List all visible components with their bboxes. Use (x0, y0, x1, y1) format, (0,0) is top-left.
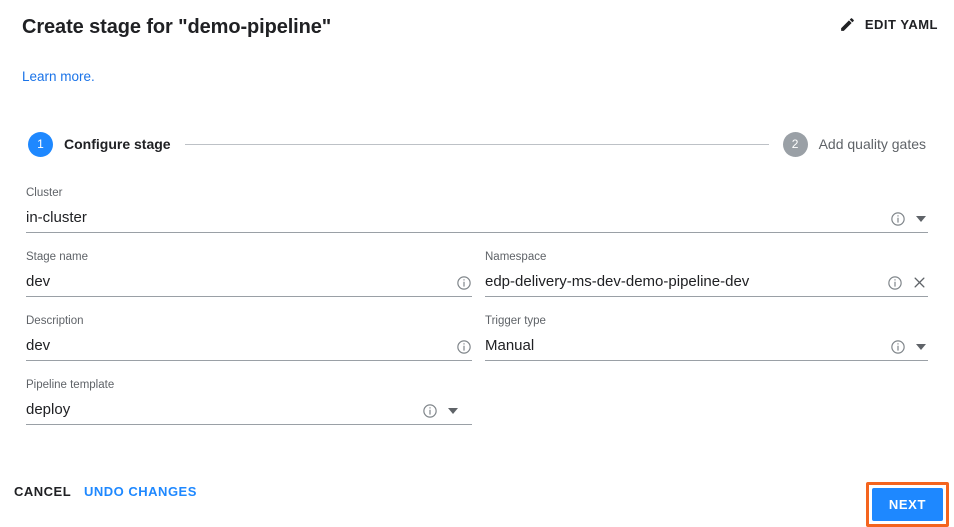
cluster-field-icons (889, 210, 928, 232)
info-icon[interactable] (889, 210, 906, 227)
learn-more-link[interactable]: Learn more. (22, 69, 95, 84)
chevron-down-icon[interactable] (916, 215, 926, 222)
stage-name-input[interactable]: dev (26, 267, 472, 297)
field-pipeline-template: Pipeline template deploy (26, 378, 472, 425)
namespace-input[interactable]: edp-delivery-ms-dev-demo-pipeline-dev (485, 267, 928, 297)
field-label-stage-name: Stage name (26, 251, 89, 263)
configure-stage-form: Cluster in-cluster Stage name dev Namesp… (0, 186, 954, 442)
field-namespace: Namespace edp-delivery-ms-dev-demo-pipel… (485, 250, 928, 297)
field-stage-name: Stage name dev (26, 250, 472, 297)
stepper-connector (184, 143, 769, 145)
field-cluster: Cluster in-cluster (26, 186, 928, 233)
field-label-trigger-type: Trigger type (485, 315, 546, 327)
description-input[interactable]: dev (26, 331, 472, 361)
stepper: 1 Configure stage 2 Add quality gates (28, 131, 926, 157)
pencil-icon (839, 16, 856, 33)
step-number-badge-1: 1 (28, 131, 53, 157)
info-icon[interactable] (455, 274, 472, 291)
step-number-badge-2: 2 (782, 131, 808, 157)
chevron-down-icon[interactable] (916, 343, 926, 350)
step-label-configure-stage: Configure stage (64, 136, 171, 152)
cancel-button[interactable]: CANCEL (12, 480, 73, 503)
step-label-add-quality-gates: Add quality gates (818, 136, 926, 152)
namespace-value: edp-delivery-ms-dev-demo-pipeline-dev (485, 273, 750, 290)
field-label-cluster: Cluster (26, 187, 63, 199)
stage-name-value: dev (26, 273, 51, 290)
stepper-step-configure-stage[interactable]: 1 Configure stage (28, 131, 171, 157)
undo-changes-button[interactable]: UNDO CHANGES (82, 480, 199, 503)
stepper-step-add-quality-gates[interactable]: 2 Add quality gates (782, 131, 926, 157)
trigger-type-field-icons (889, 338, 928, 360)
description-value: dev (26, 337, 51, 354)
form-row-stage-name-namespace: Stage name dev Namespace edp-delivery-ms… (0, 250, 954, 314)
field-label-namespace: Namespace (485, 251, 547, 263)
pipeline-template-value: deploy (26, 401, 71, 418)
page-title: Create stage for "demo-pipeline" (22, 16, 332, 38)
field-description: Description dev (26, 314, 472, 361)
namespace-field-icons (886, 274, 928, 296)
chevron-down-icon[interactable] (448, 407, 458, 414)
info-icon[interactable] (455, 338, 472, 355)
edit-yaml-button[interactable]: EDIT YAML (839, 16, 938, 33)
dialog-footer: CANCEL UNDO CHANGES (0, 466, 954, 522)
trigger-type-value: Manual (485, 337, 535, 354)
stage-name-field-icons (455, 274, 472, 296)
field-label-description: Description (26, 315, 84, 327)
next-button[interactable]: NEXT (871, 488, 943, 521)
edit-yaml-label: EDIT YAML (864, 17, 938, 32)
info-icon[interactable] (889, 338, 906, 355)
cluster-value: in-cluster (26, 209, 87, 226)
field-trigger-type: Trigger type Manual (485, 314, 928, 361)
dialog-header: Create stage for "demo-pipeline" EDIT YA… (0, 0, 954, 56)
next-button-focus-ring: NEXT (865, 482, 949, 527)
info-icon[interactable] (421, 402, 438, 419)
trigger-type-select[interactable]: Manual (485, 331, 928, 361)
form-row-pipeline-template: Pipeline template deploy (0, 378, 954, 442)
info-icon[interactable] (886, 274, 903, 291)
description-field-icons (455, 338, 472, 360)
field-label-pipeline-template: Pipeline template (26, 379, 115, 391)
cluster-select[interactable]: in-cluster (26, 203, 928, 233)
form-row-cluster: Cluster in-cluster (0, 186, 954, 250)
form-row-description-trigger: Description dev Trigger type Manual (0, 314, 954, 378)
pipeline-template-select[interactable]: deploy (26, 395, 472, 425)
pipeline-template-field-icons (421, 402, 472, 424)
close-icon[interactable] (911, 274, 928, 291)
